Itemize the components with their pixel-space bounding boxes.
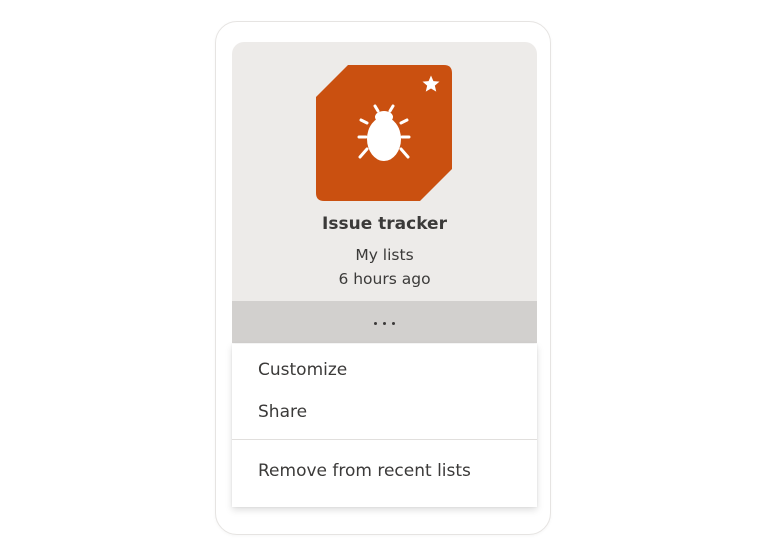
list-location: My lists <box>355 246 414 264</box>
menu-item-share[interactable]: Share <box>232 392 537 432</box>
menu-item-customize[interactable]: Customize <box>232 350 537 390</box>
context-menu: Customize Share Remove from recent lists <box>232 344 537 507</box>
list-icon-tile[interactable] <box>316 65 452 201</box>
ellipsis-icon <box>374 321 395 325</box>
list-title[interactable]: Issue tracker <box>232 214 537 234</box>
list-modified-time: 6 hours ago <box>338 270 431 288</box>
star-icon <box>422 75 440 92</box>
menu-item-remove-from-recent[interactable]: Remove from recent lists <box>232 451 537 491</box>
menu-divider <box>232 439 537 440</box>
list-card[interactable]: Issue tracker My lists 6 hours ago <box>232 42 537 343</box>
more-options-button[interactable] <box>232 301 537 343</box>
bug-icon <box>357 104 411 161</box>
